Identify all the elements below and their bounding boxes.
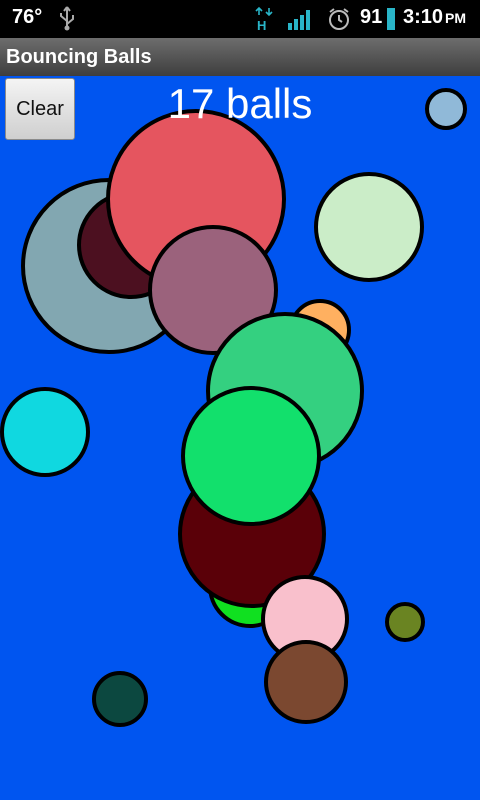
time-value: 3:10 xyxy=(403,6,444,28)
balls-layer xyxy=(0,88,467,727)
signal-icon xyxy=(288,10,310,30)
time-ampm: PM xyxy=(445,10,467,26)
alarm-icon xyxy=(329,8,349,30)
ball xyxy=(385,602,425,642)
ball xyxy=(425,88,467,130)
ball-canvas[interactable]: Clear 17 balls xyxy=(0,76,480,800)
battery-percent-text: 91 xyxy=(360,6,383,28)
app-title: Bouncing Balls xyxy=(6,46,152,68)
app-title-bar: Bouncing Balls xyxy=(0,38,480,77)
clear-button[interactable]: Clear xyxy=(5,78,75,140)
ball xyxy=(314,172,424,282)
ball xyxy=(92,671,148,727)
battery-icon xyxy=(387,8,395,30)
clock-text: 3:10 PM xyxy=(403,6,466,29)
ball xyxy=(0,387,90,477)
ball xyxy=(181,386,321,526)
ball-count-label: 17 balls xyxy=(167,80,313,127)
hspa-icon: H xyxy=(255,6,273,32)
ball xyxy=(264,640,348,724)
usb-icon xyxy=(60,6,74,31)
svg-text:H: H xyxy=(257,18,266,32)
temperature-text: 76° xyxy=(12,6,43,28)
status-bar: 76° H 91 3:10 PM xyxy=(0,0,480,38)
